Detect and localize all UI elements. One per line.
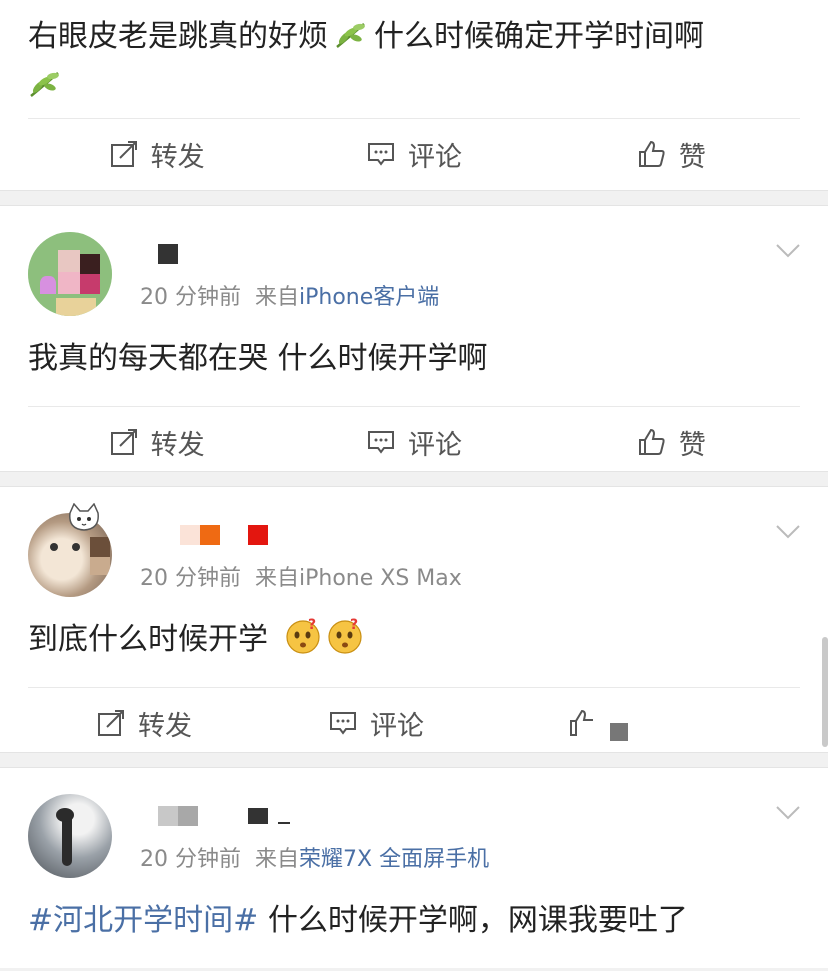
repost-icon [110,429,137,455]
post-subtitle: 20 分钟前 来自iPhone XS Max [140,566,462,591]
like-button[interactable]: 赞 [543,119,800,189]
repost-button[interactable]: 转发 [28,119,285,189]
comment-button[interactable]: 评论 [285,119,542,189]
post-header: 20 分钟前 来自荣耀7X 全面屏手机 [0,768,828,878]
repost-icon [98,710,124,736]
post-meta: 20 分钟前 来自iPhone XS Max [140,518,800,592]
svg-text:?: ? [350,617,358,633]
post-card-2: 20 分钟前 来自iPhone客户端 我真的每天都在哭 什么时候开学啊 转发 评… [0,206,828,471]
post-card-1: 右眼皮老是跳真的好烦 什么时候确定开学时间啊 转发 评论 赞 [0,0,828,190]
avatar[interactable] [28,232,112,316]
post-text: 我真的每天都在哭 什么时候开学啊 [28,341,488,376]
post-subtitle: 20 分钟前 来自荣耀7X 全面屏手机 [140,847,490,872]
topic-hashtag-link[interactable]: #河北开学时间# [28,903,258,938]
comment-button[interactable]: 评论 [285,407,542,477]
post-card-4: 20 分钟前 来自荣耀7X 全面屏手机 #河北开学时间# 什么时候开学啊，网课我… [0,768,828,968]
puzzled-face-emoji-icon: ? [284,617,322,668]
source-link[interactable]: iPhone客户端 [299,285,439,310]
like-button[interactable]: 赞 [543,407,800,477]
source-label[interactable]: iPhone XS Max [299,566,462,591]
like-icon [638,428,665,455]
post-card-3: 20 分钟前 来自iPhone XS Max 到底什么时候开学 ?? 转发 评论 [0,487,828,752]
post-text: 到底什么时候开学 ?? [0,597,828,669]
comment-icon [367,431,394,454]
username-redacted[interactable] [140,237,800,271]
post-header: 20 分钟前 来自iPhone XS Max [0,487,828,597]
repost-button[interactable]: 转发 [28,688,260,758]
post-meta: 20 分钟前 来自荣耀7X 全面屏手机 [140,799,800,873]
chevron-down-icon[interactable] [776,244,800,258]
puzzled-face-emoji-icon: ? [326,617,364,668]
chevron-down-icon[interactable] [776,525,800,539]
post-actions: 转发 评论 赞 [28,118,800,189]
comment-icon [330,712,356,735]
comment-icon [367,143,394,166]
leaf-emoji-icon [28,67,62,112]
post-meta: 20 分钟前 来自iPhone客户端 [140,237,800,311]
username-redacted[interactable] [140,799,800,833]
post-text: #河北开学时间# 什么时候开学啊，网课我要吐了 [28,903,688,938]
like-button[interactable] [492,688,800,758]
svg-text:?: ? [308,617,316,633]
post-subtitle: 20 分钟前 来自iPhone客户端 [140,285,440,310]
username-redacted[interactable] [140,518,800,552]
cat-badge-icon [69,503,99,531]
comment-button[interactable]: 评论 [260,688,492,758]
leaf-emoji-icon [334,18,368,63]
source-link[interactable]: 荣耀7X 全面屏手机 [299,847,489,872]
repost-button[interactable]: 转发 [28,407,285,477]
redacted-block [610,723,628,741]
divider [0,190,828,206]
scrollbar[interactable] [822,637,828,747]
chevron-down-icon[interactable] [776,806,800,820]
repost-icon [110,141,137,167]
like-icon [638,140,665,167]
post-header: 20 分钟前 来自iPhone客户端 [0,206,828,316]
post-text: 右眼皮老是跳真的好烦 什么时候确定开学时间啊 [0,0,828,118]
like-icon [570,709,593,736]
avatar[interactable] [28,794,112,878]
post-actions: 转发 评论 赞 [28,406,800,477]
post-actions: 转发 评论 [28,687,800,758]
